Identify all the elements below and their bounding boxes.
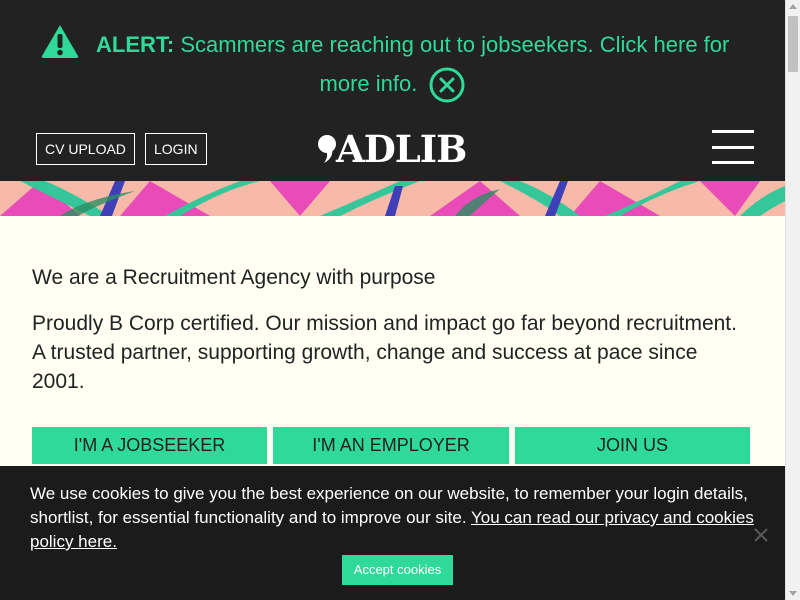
warning-triangle-icon [41, 25, 79, 58]
cv-upload-button[interactable]: CV UPLOAD [36, 133, 135, 165]
adlib-logo[interactable]: ADLIB [316, 127, 467, 171]
alert-message-more[interactable]: more info. [320, 71, 418, 96]
accept-cookies-button[interactable]: Accept cookies [342, 555, 453, 585]
page: ALERT: Scammers are reaching out to jobs… [0, 0, 785, 600]
logo-text: ADLIB [336, 127, 467, 171]
jobseeker-button[interactable]: I'M A JOBSEEKER [32, 427, 267, 464]
join-us-button[interactable]: JOIN US [515, 427, 750, 464]
cookie-consent-bar: We use cookies to give you the best expe… [0, 466, 785, 600]
alert-message-text[interactable]: Scammers are reaching out to jobseekers.… [180, 32, 729, 57]
close-circle-icon[interactable] [429, 67, 465, 103]
cookie-message: We use cookies to give you the best expe… [30, 482, 755, 554]
scroll-down-arrow-icon[interactable] [789, 591, 797, 596]
scroll-up-arrow-icon[interactable] [789, 4, 797, 9]
alert-message-line2[interactable]: more info. [0, 64, 785, 104]
alert-label: ALERT: [96, 32, 175, 57]
hero-intro-text: Proudly B Corp certified. Our mission an… [32, 312, 737, 393]
logo-comma-mark [318, 135, 336, 163]
employer-button[interactable]: I'M AN EMPLOYER [273, 427, 509, 464]
vertical-scrollbar[interactable] [785, 0, 800, 600]
hamburger-menu-icon[interactable] [712, 130, 754, 166]
scrollbar-thumb[interactable] [788, 16, 798, 72]
login-button[interactable]: LOGIN [145, 133, 207, 165]
decorative-leaf-banner [0, 181, 785, 216]
leaf-pattern-illustration [0, 181, 785, 216]
alert-message-line1[interactable]: ALERT: Scammers are reaching out to jobs… [96, 30, 776, 60]
hero-heading: We are a Recruitment Agency with purpose [32, 266, 436, 289]
alert-bar[interactable]: ALERT: Scammers are reaching out to jobs… [0, 0, 785, 116]
close-x-icon[interactable] [752, 526, 770, 544]
site-header: CV UPLOAD LOGIN ADLIB [0, 116, 785, 181]
